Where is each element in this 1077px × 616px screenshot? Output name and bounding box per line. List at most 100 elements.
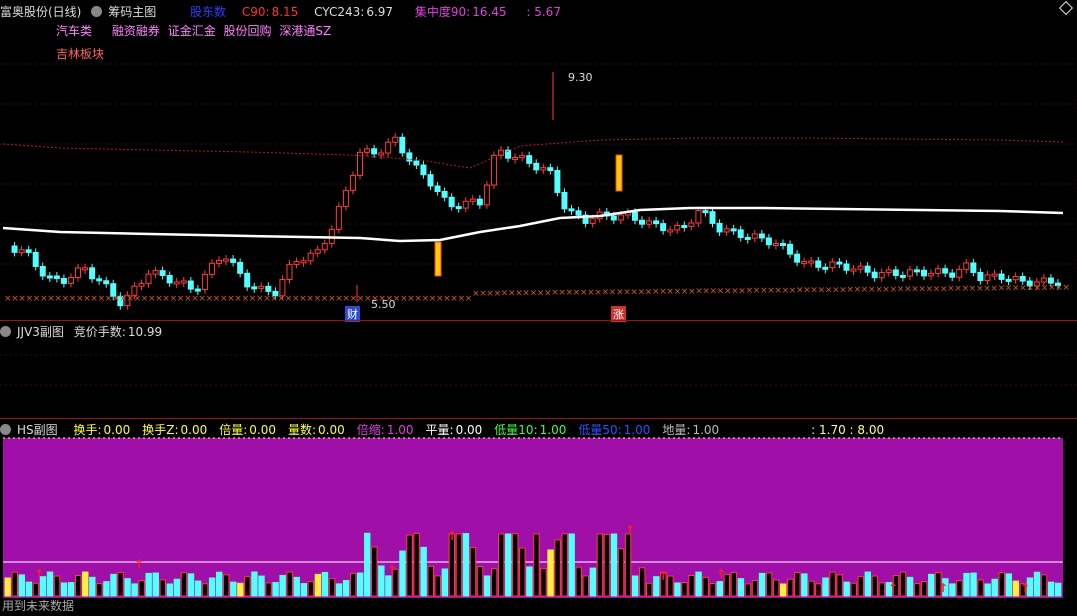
- volume-bar[interactable]: [991, 578, 998, 597]
- candle[interactable]: [237, 261, 244, 274]
- candle[interactable]: [716, 222, 723, 233]
- volume-bar[interactable]: [808, 580, 815, 597]
- volume-bar[interactable]: [25, 581, 33, 597]
- volume-bar[interactable]: [89, 576, 96, 597]
- candle[interactable]: [39, 265, 46, 277]
- candle[interactable]: [639, 219, 645, 225]
- volume-bar[interactable]: [1040, 574, 1048, 597]
- volume-bar[interactable]: [371, 546, 378, 597]
- candle[interactable]: [928, 272, 935, 277]
- volume-bar[interactable]: [237, 582, 244, 597]
- volume-bar[interactable]: [688, 574, 695, 597]
- volume-bar[interactable]: [286, 571, 293, 597]
- candle[interactable]: [427, 174, 434, 187]
- volume-bar[interactable]: [448, 533, 456, 597]
- volume-bar[interactable]: [498, 533, 505, 597]
- volume-bar[interactable]: [589, 567, 597, 597]
- volume-bar[interactable]: [737, 578, 745, 597]
- volume-bar[interactable]: [787, 578, 794, 597]
- candle[interactable]: [547, 167, 554, 172]
- volume-bar[interactable]: [208, 577, 216, 597]
- volume-bar[interactable]: [434, 575, 441, 597]
- candle[interactable]: [808, 260, 815, 264]
- volume-bar[interactable]: [82, 571, 89, 597]
- candle[interactable]: [913, 269, 920, 273]
- candle[interactable]: [949, 272, 956, 278]
- candle[interactable]: [829, 261, 836, 269]
- candle[interactable]: [483, 184, 490, 206]
- candle[interactable]: [293, 261, 300, 265]
- volume-bar[interactable]: [159, 579, 167, 597]
- volume-bar[interactable]: [166, 583, 174, 597]
- candle[interactable]: [469, 198, 476, 202]
- candle[interactable]: [688, 222, 695, 227]
- candle[interactable]: [737, 229, 744, 238]
- candle[interactable]: [921, 269, 927, 277]
- volume-bar[interactable]: [921, 581, 928, 597]
- volume-bar[interactable]: [279, 574, 286, 597]
- candle[interactable]: [843, 263, 850, 271]
- volume-bar[interactable]: [420, 546, 427, 597]
- candle[interactable]: [441, 190, 448, 198]
- indicator-name[interactable]: 筹码主图: [108, 5, 156, 19]
- volume-bar[interactable]: [624, 533, 632, 597]
- candle[interactable]: [681, 225, 688, 229]
- candle[interactable]: [321, 243, 328, 251]
- volume-bar[interactable]: [300, 583, 308, 597]
- volume-bar[interactable]: [596, 533, 604, 597]
- candle[interactable]: [892, 269, 899, 276]
- candle[interactable]: [758, 233, 765, 239]
- candle[interactable]: [399, 136, 406, 154]
- candle[interactable]: [977, 271, 984, 282]
- volume-bar[interactable]: [928, 573, 935, 597]
- volume-bar[interactable]: [772, 579, 780, 597]
- candle[interactable]: [230, 258, 237, 263]
- volume-bar[interactable]: [815, 583, 822, 597]
- candle[interactable]: [610, 215, 617, 221]
- volume-bar[interactable]: [194, 580, 202, 597]
- volume-bar[interactable]: [681, 582, 688, 597]
- candle[interactable]: [300, 260, 307, 264]
- volume-bar[interactable]: [145, 572, 152, 597]
- volume-bar[interactable]: [11, 571, 18, 597]
- candle[interactable]: [702, 210, 709, 214]
- volume-bar[interactable]: [843, 581, 850, 597]
- candle[interactable]: [864, 265, 871, 273]
- candle[interactable]: [815, 260, 822, 268]
- candle[interactable]: [60, 277, 67, 284]
- candle[interactable]: [935, 268, 942, 274]
- candle[interactable]: [46, 275, 53, 279]
- candle[interactable]: [371, 148, 378, 155]
- volume-bar[interactable]: [364, 532, 371, 597]
- volume-bar[interactable]: [512, 533, 519, 597]
- pane-divider[interactable]: [0, 418, 1077, 419]
- volume-bar[interactable]: [695, 571, 702, 597]
- sub2-title[interactable]: HS副图: [17, 423, 58, 437]
- candle[interactable]: [617, 214, 624, 221]
- candle[interactable]: [871, 271, 878, 279]
- volume-bar[interactable]: [1054, 582, 1062, 597]
- volume-bar[interactable]: [483, 575, 491, 597]
- candle[interactable]: [906, 269, 913, 277]
- candle[interactable]: [561, 191, 568, 210]
- volume-bar[interactable]: [349, 572, 357, 597]
- candle[interactable]: [850, 268, 857, 272]
- candle[interactable]: [801, 261, 808, 265]
- candle[interactable]: [378, 152, 385, 156]
- volume-bar[interactable]: [462, 533, 470, 597]
- volume-bar[interactable]: [1033, 571, 1041, 597]
- candle[interactable]: [822, 266, 829, 270]
- volume-bar[interactable]: [67, 582, 75, 597]
- candle[interactable]: [364, 148, 371, 153]
- volume-bar[interactable]: [758, 572, 766, 597]
- volume-bar[interactable]: [631, 575, 639, 597]
- volume-bar[interactable]: [251, 571, 258, 597]
- volume-bar[interactable]: [864, 571, 871, 597]
- volume-bar[interactable]: [272, 582, 279, 597]
- candle[interactable]: [413, 160, 420, 166]
- volume-bar[interactable]: [744, 583, 752, 597]
- candle[interactable]: [159, 270, 166, 276]
- volume-bar[interactable]: [4, 577, 11, 597]
- candle[interactable]: [223, 258, 230, 262]
- volume-bar[interactable]: [582, 575, 589, 597]
